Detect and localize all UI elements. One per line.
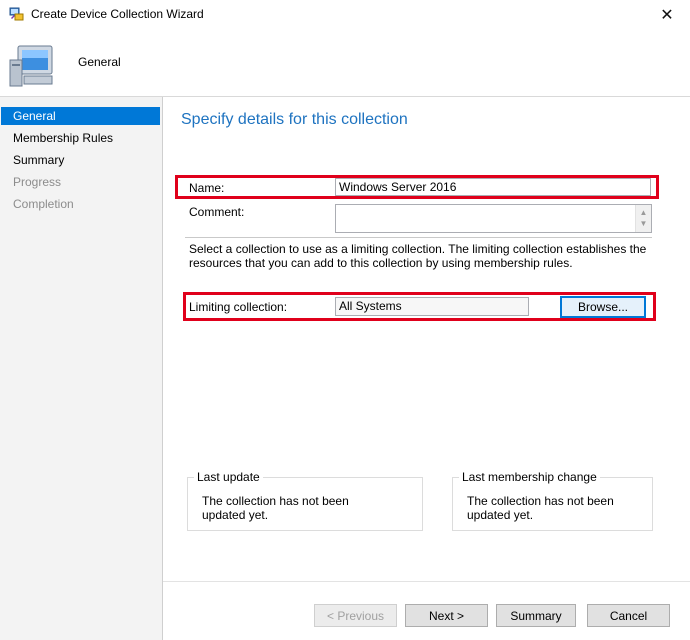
computer-icon	[9, 45, 53, 87]
last-membership-legend: Last membership change	[459, 470, 600, 484]
nav-item-summary[interactable]: Summary	[1, 151, 160, 169]
nav-item-membership-rules[interactable]: Membership Rules	[1, 129, 160, 147]
title-bar: Create Device Collection Wizard ✕	[0, 0, 690, 30]
nav-item-completion: Completion	[13, 197, 74, 211]
browse-button[interactable]: Browse...	[560, 296, 646, 318]
name-input[interactable]: Windows Server 2016	[335, 178, 651, 196]
cancel-button[interactable]: Cancel	[587, 604, 670, 627]
next-button[interactable]: Next >	[405, 604, 488, 627]
nav-item-progress: Progress	[13, 175, 62, 189]
close-icon: ✕	[660, 7, 674, 24]
limiting-collection-label: Limiting collection:	[189, 300, 288, 314]
header-title: General	[78, 55, 121, 69]
name-label: Name:	[189, 181, 225, 195]
window-title: Create Device Collection Wizard	[31, 7, 204, 21]
last-update-legend: Last update	[194, 470, 263, 484]
nav-item-general[interactable]: General	[1, 107, 160, 125]
main-content: Specify details for this collection Name…	[163, 97, 690, 640]
previous-button[interactable]: < Previous	[314, 604, 397, 627]
comment-scrollbar[interactable]: ▲ ▼	[635, 205, 651, 232]
last-membership-group: Last membership change The collection ha…	[452, 470, 653, 531]
close-button[interactable]: ✕	[644, 0, 690, 30]
section-title: Specify details for this collection	[181, 111, 408, 128]
comment-input[interactable]: ▲ ▼	[335, 204, 652, 233]
last-update-group: Last update The collection has not been …	[187, 470, 423, 531]
summary-button[interactable]: Summary	[496, 604, 576, 627]
separator	[185, 237, 652, 238]
limiting-description: Select a collection to use as a limiting…	[189, 242, 647, 270]
scroll-down-icon[interactable]: ▼	[636, 217, 651, 231]
limiting-collection-field: All Systems	[335, 297, 529, 316]
footer-separator	[163, 581, 690, 582]
wizard-app-icon	[9, 7, 24, 21]
comment-label: Comment:	[189, 205, 245, 219]
last-update-text: The collection has not been updated yet.	[202, 494, 349, 522]
wizard-header: General	[0, 30, 690, 97]
wizard-nav: General Membership Rules Summary Progres…	[0, 97, 163, 640]
last-membership-text: The collection has not been updated yet.	[467, 494, 614, 522]
